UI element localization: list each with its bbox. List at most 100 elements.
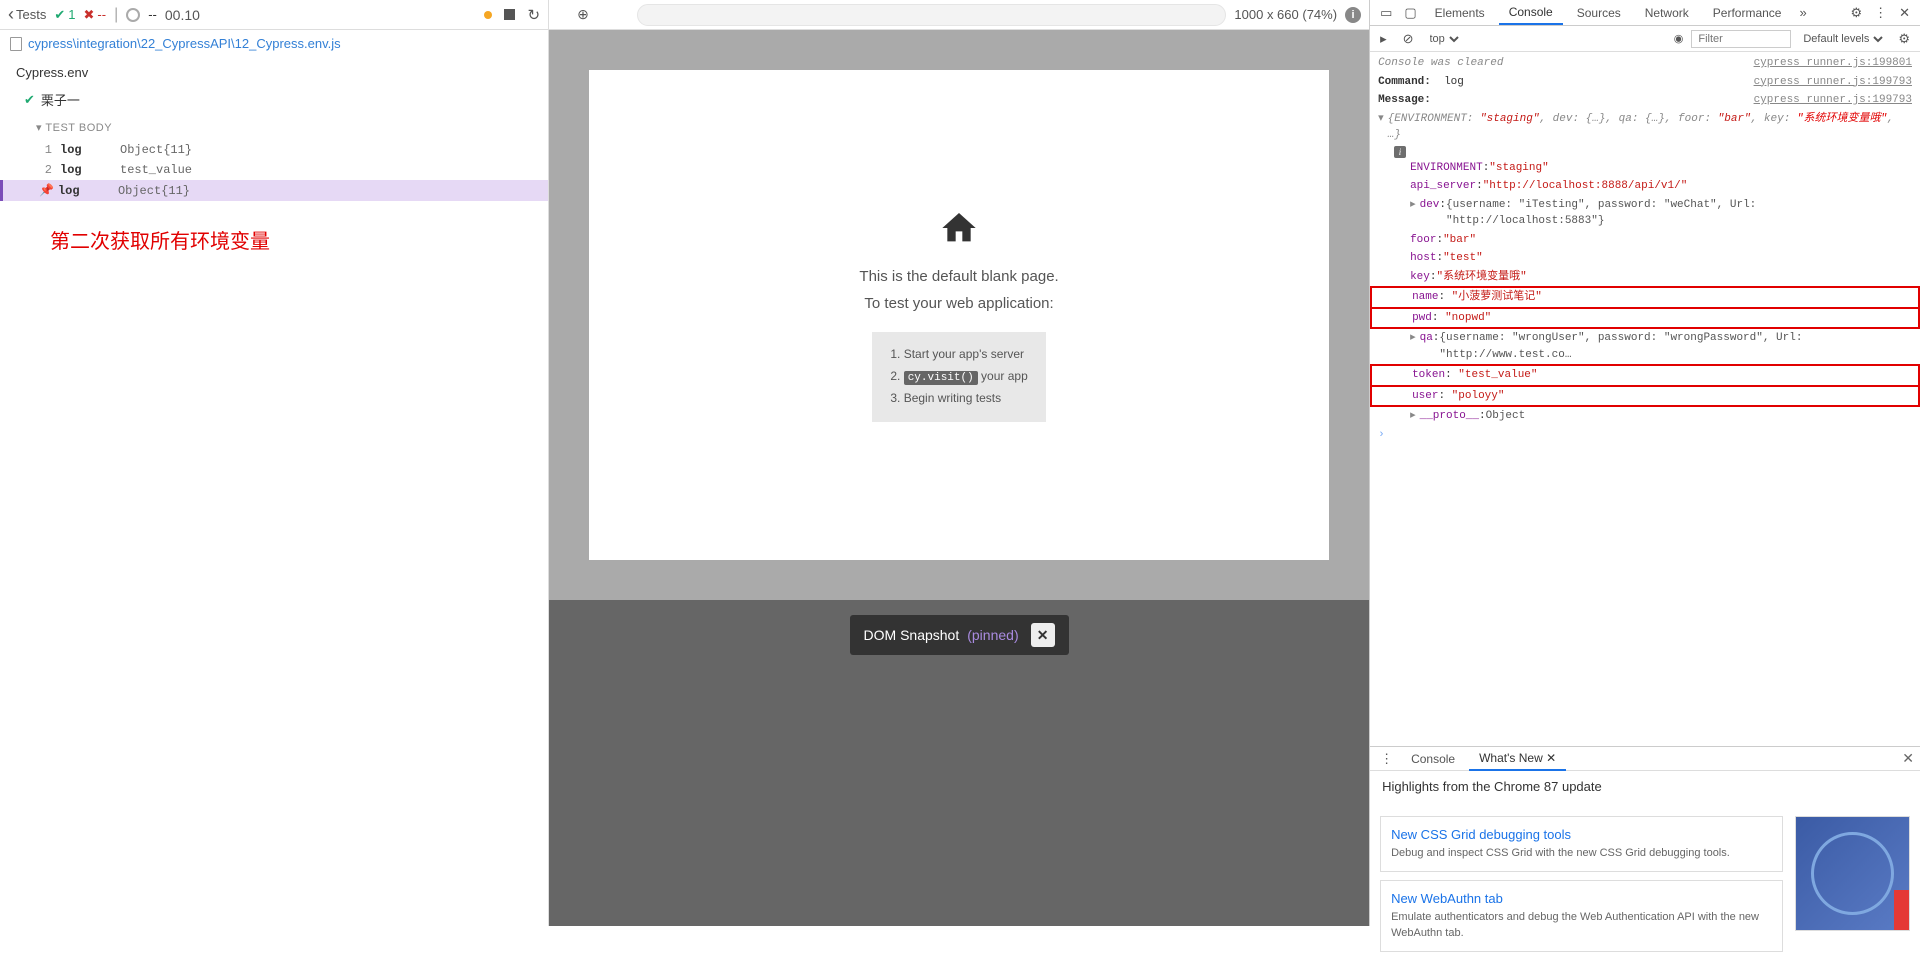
cmd-message: Object{11} xyxy=(120,143,192,157)
test-body-header[interactable]: TEST BODY xyxy=(0,115,548,140)
cmd-number: 1 xyxy=(36,143,60,157)
status-dot-icon xyxy=(484,11,492,19)
news-thumbnail xyxy=(1795,816,1910,931)
devtools-main-toolbar: ▭ ▢ Elements Console Sources Network Per… xyxy=(1370,0,1920,26)
drawer-close-icon[interactable]: ✕ xyxy=(1902,750,1914,767)
tab-performance[interactable]: Performance xyxy=(1703,2,1792,24)
news-item[interactable]: New CSS Grid debugging tools Debug and i… xyxy=(1380,816,1783,872)
reload-button[interactable]: ↻ xyxy=(527,6,540,24)
news-item-title: New CSS Grid debugging tools xyxy=(1391,827,1772,842)
expand-arrow-icon[interactable]: ▾ xyxy=(1378,111,1384,144)
settings-icon[interactable]: ⚙ xyxy=(1846,5,1866,21)
source-link[interactable]: cypress runner.js:199793 xyxy=(1754,92,1912,109)
console-line: Message: xyxy=(1378,92,1754,109)
cmd-name: log xyxy=(60,143,120,157)
back-to-tests-button[interactable]: Tests xyxy=(8,4,46,25)
divider: | xyxy=(114,6,118,24)
test-title[interactable]: 栗子一 xyxy=(0,84,548,115)
info-badge-icon[interactable]: i xyxy=(1394,146,1406,158)
command-row[interactable]: 1 log Object{11} xyxy=(0,140,548,160)
command-row[interactable]: 2 log test_value xyxy=(0,160,548,180)
devtools-panel: ▭ ▢ Elements Console Sources Network Per… xyxy=(1369,0,1920,926)
news-item-title: New WebAuthn tab xyxy=(1391,891,1772,906)
clear-console-icon[interactable]: ⊘ xyxy=(1399,31,1418,47)
app-iframe: This is the default blank page. To test … xyxy=(589,70,1329,560)
spec-file-path[interactable]: cypress\integration\22_CypressAPI\12_Cyp… xyxy=(0,30,548,57)
stop-button[interactable] xyxy=(504,9,515,20)
url-input[interactable] xyxy=(637,4,1227,26)
blank-page-subtext: To test your web application: xyxy=(864,295,1053,312)
console-output: Console was clearedcypress runner.js:199… xyxy=(1370,52,1920,746)
snapshot-close-button[interactable]: ✕ xyxy=(1031,623,1055,647)
pending-count: -- xyxy=(148,7,157,22)
preview-area: This is the default blank page. To test … xyxy=(549,30,1369,600)
pass-count: 1 xyxy=(54,7,75,23)
source-link[interactable]: cypress runner.js:199793 xyxy=(1754,74,1912,91)
selector-playground-button[interactable]: ⊕ xyxy=(577,6,589,23)
console-filter-bar: ▸ ⊘ top ◉ Default levels ⚙ xyxy=(1370,26,1920,52)
file-icon xyxy=(10,37,22,51)
object-property[interactable]: ENVIRONMENT: "staging" xyxy=(1370,159,1920,178)
drawer-menu-icon[interactable]: ⋮ xyxy=(1376,751,1397,767)
object-property[interactable]: key: "系统环境变量哦" xyxy=(1370,268,1920,287)
inspect-element-icon[interactable]: ▭ xyxy=(1376,5,1396,21)
console-prompt-icon[interactable]: › xyxy=(1378,427,1385,444)
more-menu-icon[interactable]: ⋮ xyxy=(1870,5,1891,21)
spec-title[interactable]: Cypress.env xyxy=(0,61,548,84)
console-line: Command: log xyxy=(1378,74,1754,91)
more-tabs-icon[interactable]: » xyxy=(1795,5,1810,20)
tab-sources[interactable]: Sources xyxy=(1567,2,1631,24)
console-sidebar-icon[interactable]: ▸ xyxy=(1376,31,1391,47)
snapshot-area: DOM Snapshot (pinned) ✕ xyxy=(549,600,1369,926)
object-summary[interactable]: {ENVIRONMENT: "staging", dev: {…}, qa: {… xyxy=(1388,111,1912,144)
test-tree: Cypress.env 栗子一 TEST BODY 1 log Object{1… xyxy=(0,57,548,205)
device-toolbar-icon[interactable]: ▢ xyxy=(1400,5,1420,21)
filter-input[interactable] xyxy=(1691,30,1791,48)
file-path-text: cypress\integration\22_CypressAPI\12_Cyp… xyxy=(28,36,341,51)
pin-icon: 📌 xyxy=(39,183,54,198)
object-property[interactable]: ▸__proto__: Object xyxy=(1370,407,1920,426)
object-property[interactable]: foor: "bar" xyxy=(1370,231,1920,250)
home-icon xyxy=(939,208,979,258)
cmd-number: 2 xyxy=(36,163,60,177)
close-devtools-icon[interactable]: ✕ xyxy=(1895,5,1914,21)
app-preview-panel: ⊕ 1000 x 660 (74%) i This is the default… xyxy=(549,0,1369,926)
whatsnew-content: New CSS Grid debugging tools Debug and i… xyxy=(1370,806,1920,970)
cypress-toolbar: Tests 1 -- | -- 00.10 ↻ xyxy=(0,0,548,30)
console-settings-icon[interactable]: ⚙ xyxy=(1894,31,1914,47)
command-row-pinned[interactable]: 📌 log Object{11} xyxy=(0,180,548,201)
drawer-tab-whatsnew[interactable]: What's New ✕ xyxy=(1469,747,1566,771)
tab-console[interactable]: Console xyxy=(1499,1,1563,25)
live-expression-icon[interactable]: ◉ xyxy=(1674,32,1684,45)
drawer-tabs: ⋮ Console What's New ✕ ✕ xyxy=(1370,747,1920,771)
info-icon[interactable]: i xyxy=(1345,7,1361,23)
object-property[interactable]: api_server: "http://localhost:8888/api/v… xyxy=(1370,177,1920,196)
preview-steps: 1. Start your app's server 2. cy.visit()… xyxy=(872,332,1045,422)
object-property-highlighted[interactable]: user: "poloyy" xyxy=(1370,387,1920,408)
news-item-desc: Debug and inspect CSS Grid with the new … xyxy=(1391,846,1772,861)
cmd-name: log xyxy=(58,184,118,198)
snapshot-state: (pinned) xyxy=(967,627,1018,643)
blank-page-text: This is the default blank page. xyxy=(859,268,1058,285)
tab-network[interactable]: Network xyxy=(1635,2,1699,24)
drawer-tab-console[interactable]: Console xyxy=(1401,748,1465,770)
fail-count: -- xyxy=(83,7,106,23)
whatsnew-title: Highlights from the Chrome 87 update xyxy=(1370,771,1920,794)
source-link[interactable]: cypress runner.js:199801 xyxy=(1754,55,1912,72)
devtools-drawer: ⋮ Console What's New ✕ ✕ Highlights from… xyxy=(1370,746,1920,926)
object-property-highlighted[interactable]: name: "小菠萝测试笔记" xyxy=(1370,286,1920,309)
viewport-dimensions: 1000 x 660 (74%) xyxy=(1234,7,1337,22)
object-property-highlighted[interactable]: pwd: "nopwd" xyxy=(1370,309,1920,330)
object-property-highlighted[interactable]: token: "test_value" xyxy=(1370,364,1920,387)
tab-elements[interactable]: Elements xyxy=(1425,2,1495,24)
object-property[interactable]: ▸dev: {username: "iTesting", password: "… xyxy=(1370,196,1920,231)
object-property[interactable]: host: "test" xyxy=(1370,249,1920,268)
context-selector[interactable]: top xyxy=(1426,32,1462,46)
preview-toolbar: ⊕ 1000 x 660 (74%) i xyxy=(549,0,1369,30)
snapshot-pill: DOM Snapshot (pinned) ✕ xyxy=(850,615,1069,655)
log-level-selector[interactable]: Default levels xyxy=(1799,32,1886,46)
cmd-name: log xyxy=(60,163,120,177)
red-accent xyxy=(1894,890,1909,930)
object-property[interactable]: ▸qa: {username: "wrongUser", password: "… xyxy=(1370,329,1920,364)
news-item[interactable]: New WebAuthn tab Emulate authenticators … xyxy=(1380,880,1783,952)
